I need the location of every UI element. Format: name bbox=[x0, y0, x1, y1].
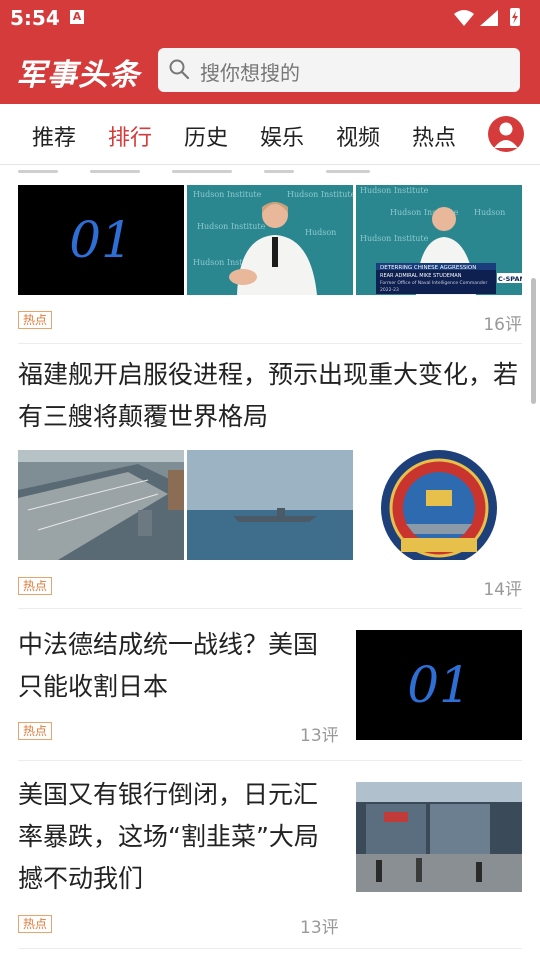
hot-tag: 热点 bbox=[18, 722, 53, 740]
tab-history[interactable]: 历史 bbox=[184, 120, 228, 152]
scrolled-title-remnant bbox=[18, 158, 498, 173]
comment-count: 14评 bbox=[483, 580, 522, 600]
article-image-interview[interactable]: Hudson Institute Hudson Institute Hudson… bbox=[187, 185, 353, 295]
tab-recommend[interactable]: 推荐 bbox=[32, 120, 76, 152]
app-header: 5:54 A 军事头条 搜你想搜的 bbox=[0, 0, 540, 104]
article-title[interactable]: 中法德结成统一战线？美国只能收割日本 bbox=[18, 624, 338, 708]
svg-text:Hudson: Hudson bbox=[305, 228, 336, 237]
comment-count: 13评 bbox=[300, 918, 339, 938]
comment-count: 16评 bbox=[483, 315, 522, 335]
tab-hot[interactable]: 热点 bbox=[412, 120, 456, 152]
article-title[interactable]: 福建舰开启服役进程，预示出现重大变化，若有三艘将颠覆世界格局 bbox=[18, 354, 522, 438]
svg-text:Hudson Institute: Hudson Institute bbox=[360, 234, 429, 243]
svg-text:Hudson Institute: Hudson Institute bbox=[197, 222, 266, 231]
backdrop-text: Hudson Institute bbox=[193, 190, 262, 199]
hot-tag: 热点 bbox=[18, 311, 53, 329]
article-image-carrier-deck[interactable] bbox=[18, 450, 184, 560]
article-image-01[interactable]: 01 bbox=[356, 630, 522, 740]
divider bbox=[18, 948, 522, 949]
signal-icon bbox=[480, 10, 498, 26]
app-logo: 军事头条 bbox=[16, 58, 140, 93]
svg-text:REAR ADMIRAL MIKE STUDEMAN: REAR ADMIRAL MIKE STUDEMAN bbox=[380, 273, 462, 279]
search-icon bbox=[169, 59, 190, 80]
status-bar: 5:54 A bbox=[0, 0, 540, 36]
divider bbox=[18, 608, 522, 609]
article-image-interview-caption[interactable]: Hudson Institute Hudson Institute Hudson… bbox=[356, 185, 522, 295]
svg-text:2022-23: 2022-23 bbox=[380, 287, 399, 293]
svg-text:Former Office of Naval Intelli: Former Office of Naval Intelligence Comm… bbox=[380, 280, 487, 286]
wifi-icon bbox=[454, 10, 474, 26]
comment-count: 13评 bbox=[300, 726, 339, 746]
user-avatar-icon[interactable] bbox=[488, 116, 524, 152]
article-image-01[interactable]: 01 bbox=[18, 185, 184, 295]
search-input[interactable]: 搜你想搜的 bbox=[158, 48, 520, 92]
svg-text:Hudson Institute: Hudson Institute bbox=[287, 190, 353, 199]
notification-icon: A bbox=[70, 10, 84, 24]
svg-text:C-SPAN: C-SPAN bbox=[498, 275, 522, 283]
category-tabs: 推荐 排行 历史 娱乐 视频 热点 bbox=[0, 104, 540, 165]
tab-entertainment[interactable]: 娱乐 bbox=[260, 120, 304, 152]
status-icons bbox=[454, 8, 520, 26]
status-time: 5:54 bbox=[10, 6, 60, 30]
hot-tag: 热点 bbox=[18, 915, 53, 933]
svg-text:Hudson: Hudson bbox=[474, 208, 505, 217]
article-image-bank-street[interactable] bbox=[356, 782, 522, 892]
navy-emblem-image[interactable] bbox=[356, 450, 522, 560]
article-image-carrier-sea[interactable] bbox=[187, 450, 353, 560]
tab-video[interactable]: 视频 bbox=[336, 120, 380, 152]
scrollbar[interactable] bbox=[531, 278, 536, 404]
hot-tag: 热点 bbox=[18, 577, 53, 595]
search-placeholder: 搜你想搜的 bbox=[200, 61, 300, 85]
divider bbox=[18, 760, 522, 761]
article-title[interactable]: 美国又有银行倒闭，日元汇率暴跌，这场“割韭菜”大局撼不动我们 bbox=[18, 774, 338, 900]
divider bbox=[18, 343, 522, 344]
tab-ranking[interactable]: 排行 bbox=[108, 120, 152, 152]
backdrop-text: Hudson Institute bbox=[360, 186, 429, 195]
